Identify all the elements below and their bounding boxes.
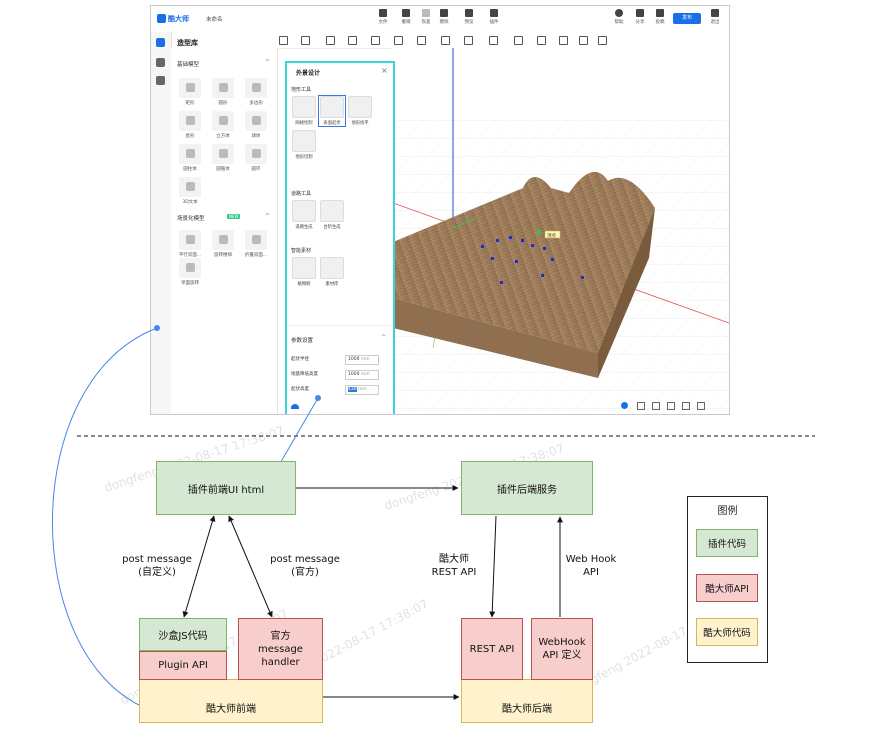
label-webhook: Web Hook API	[565, 554, 617, 578]
webhook-def-line1: WebHook	[538, 637, 586, 648]
node-kds-backend: 酷大师后端	[461, 679, 593, 723]
webhook-def-line2: API 定义	[542, 650, 582, 661]
label-post-message-custom: post message (自定义)	[122, 554, 192, 578]
official-handler-line2: message handler	[258, 643, 303, 668]
node-webhook-def: WebHook API 定义	[531, 618, 593, 680]
node-rest-api: REST API	[461, 618, 523, 680]
node-plugin-ui: 插件前端UI html	[156, 461, 296, 515]
node-plugin-api: Plugin API	[139, 651, 227, 680]
legend-kds-code: 酷大师代码	[696, 618, 758, 646]
label-post-message-official: post message (官方)	[270, 554, 340, 578]
label-rest-api: 酷大师 REST API	[431, 554, 477, 578]
edge-ui-official	[228, 515, 273, 618]
edge-backend-rest	[489, 515, 497, 618]
node-official-handler: 官方 message handler	[238, 618, 323, 680]
legend: 图例 插件代码 酷大师API 酷大师代码	[687, 496, 768, 663]
official-handler-line1: 官方	[270, 630, 291, 642]
node-kds-frontend: 酷大师前端	[139, 679, 323, 723]
legend-kds-api: 酷大师API	[696, 574, 758, 602]
node-sandbox-js: 沙盒JS代码	[139, 618, 227, 651]
legend-plugin-code: 插件代码	[696, 529, 758, 557]
node-plugin-backend: 插件后端服务	[461, 461, 593, 515]
legend-title: 图例	[717, 506, 738, 517]
